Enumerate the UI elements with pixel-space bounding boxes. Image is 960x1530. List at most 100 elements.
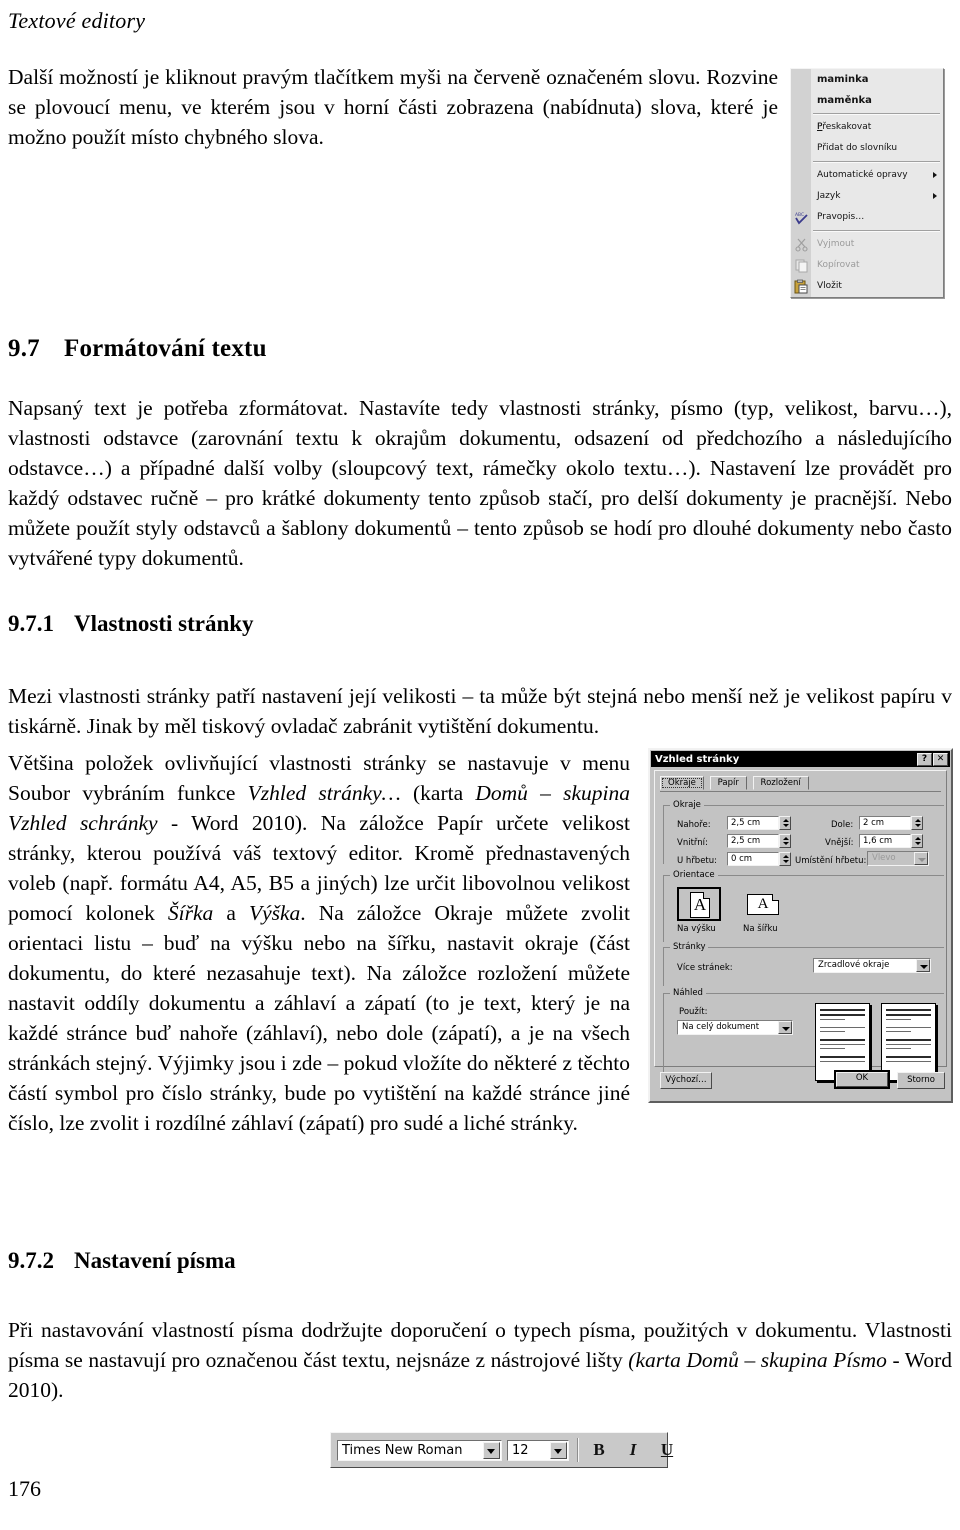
dialog-tabs: Okraje Papír Rozložení: [660, 776, 941, 792]
context-menu-item-language[interactable]: Jazyk: [791, 186, 943, 207]
paste-icon: [794, 279, 809, 294]
wrap-seg-8-italic: Výška: [248, 901, 301, 925]
select-multiple-pages[interactable]: Zrcadlové okraje: [813, 958, 931, 973]
label-gutter: U hřbetu:: [677, 856, 718, 866]
document-page: Textové editory Další možností je klikno…: [0, 0, 960, 1530]
font-name-combo[interactable]: Times New Roman: [337, 1440, 502, 1461]
input-inside-margin[interactable]: 2,5 cm: [727, 834, 779, 848]
chevron-down-icon[interactable]: [483, 1442, 500, 1459]
orientation-landscape-button[interactable]: A: [741, 887, 785, 921]
heading-9-7-1: 9.7.1 Vlastnosti stránky: [8, 611, 948, 637]
heading-9-7-1-title: Vlastnosti stránky: [74, 611, 254, 636]
input-gutter[interactable]: 0 cm: [727, 852, 779, 866]
heading-9-7-2: 9.7.2 Nastavení písma: [8, 1248, 948, 1274]
wrap-seg-7: a: [213, 901, 249, 925]
context-menu-separator-2: [813, 161, 940, 163]
heading-9-7-2-title: Nastavení písma: [74, 1248, 236, 1273]
wrap-seg-9: . Na záložce Okraje můžete zvolit orient…: [8, 901, 630, 1135]
landscape-page-glyph: A: [747, 894, 779, 915]
spinner-inside-margin[interactable]: [779, 834, 791, 848]
heading-9-7-title: Formátování textu: [64, 335, 267, 362]
context-menu-separator-3: [813, 230, 940, 232]
label-gutter-position: Umístění hřbetu:: [795, 856, 867, 866]
copy-icon: [794, 258, 809, 273]
context-menu-item-spelling[interactable]: ABC Pravopis…: [791, 207, 943, 228]
dialog-title-bar: Vzhled stránky ? ✕: [651, 751, 950, 767]
input-bottom-margin[interactable]: 2 cm: [859, 816, 911, 830]
context-menu-item-spelling-label: Pravopis…: [817, 212, 865, 222]
portrait-page-glyph: A: [690, 892, 710, 918]
ok-button[interactable]: OK: [834, 1070, 890, 1089]
select-gutter-position[interactable]: Vlevo: [867, 851, 929, 866]
font-size-combo[interactable]: 12: [507, 1440, 569, 1461]
context-menu-item-copy[interactable]: Kopírovat: [791, 255, 943, 276]
tab-okraje[interactable]: Okraje: [660, 776, 704, 790]
font-toolbar: Times New Roman 12 B I U: [330, 1432, 673, 1468]
submenu-arrow-icon: [933, 193, 937, 199]
chevron-down-icon[interactable]: [916, 959, 930, 972]
context-menu-item-paste[interactable]: Vložit: [791, 276, 943, 297]
label-top-margin: Nahoře:: [677, 820, 711, 830]
context-menu-item-skip[interactable]: PPřeskakovat: [791, 117, 943, 138]
wrapped-paragraph: Většina položek ovlivňující vlastnosti s…: [8, 748, 630, 1138]
spinner-bottom-margin[interactable]: [911, 816, 923, 830]
default-button[interactable]: Výchozí…: [660, 1072, 712, 1089]
label-multiple-pages: Více stránek:: [677, 963, 733, 973]
context-menu-item-skip-label: Přeskakovat: [816, 122, 872, 132]
context-menu-item-cut[interactable]: Vyjmout: [791, 234, 943, 255]
heading-9-7: 9.7 Formátování textu: [8, 335, 948, 363]
bold-button[interactable]: B: [587, 1439, 611, 1461]
tab-rozlozeni[interactable]: Rozložení: [752, 776, 809, 790]
spinner-gutter[interactable]: [779, 852, 791, 866]
spinner-outside-margin[interactable]: [911, 834, 923, 848]
pages-group-legend: Stránky: [670, 942, 709, 952]
italic-button[interactable]: I: [621, 1439, 645, 1461]
paragraph-9-7-1: Mezi vlastnosti stránky patří nastavení …: [8, 684, 952, 738]
paragraph-9-7-2: Při nastavování vlastností písma dodržuj…: [8, 1315, 952, 1405]
p972-seg-2-italic: (karta Domů – skupina Písmo: [628, 1348, 887, 1372]
label-bottom-margin: Dole:: [831, 820, 854, 830]
submenu-arrow-icon: [933, 172, 937, 178]
paragraph-9-7: Napsaný text je potřeba zformátovat. Nas…: [8, 396, 952, 570]
tab-papir[interactable]: Papír: [709, 776, 747, 790]
heading-9-7-1-number: 9.7.1: [8, 611, 54, 636]
ok-button-label: OK: [836, 1072, 888, 1087]
spinner-top-margin[interactable]: [779, 816, 791, 830]
context-menu-item-cut-label: Vyjmout: [817, 239, 855, 249]
orientation-landscape-label: Na šířku: [743, 924, 778, 934]
chevron-down-icon[interactable]: [778, 1021, 792, 1034]
page-setup-dialog: Vzhled stránky ? ✕ Okraje Papír Rozložen…: [648, 748, 953, 1103]
heading-9-7-number: 9.7: [8, 335, 40, 362]
context-menu-item-suggestion-2[interactable]: maměnka: [791, 90, 943, 111]
underline-button[interactable]: U: [655, 1439, 679, 1461]
context-menu-item-suggestion-1[interactable]: maminka: [791, 69, 943, 90]
context-menu-item-paste-label: Vložit: [817, 281, 842, 291]
heading-9-7-2-number: 9.7.2: [8, 1248, 54, 1273]
intro-paragraph: Další možností je kliknout pravým tlačít…: [8, 65, 778, 149]
toolbar-separator: [577, 1438, 579, 1462]
close-button[interactable]: ✕: [933, 752, 948, 766]
input-outside-margin[interactable]: 1,6 cm: [859, 834, 911, 848]
chevron-down-icon[interactable]: [914, 852, 928, 865]
context-menu-item-language-label: Jazyk: [817, 191, 841, 201]
context-menu-item-autocorrect[interactable]: Automatické opravy: [791, 165, 943, 186]
wrap-seg-3: (karta: [400, 781, 476, 805]
svg-text:ABC: ABC: [795, 212, 804, 218]
context-menu-item-add-to-dictionary[interactable]: Přidat do slovníku: [791, 138, 943, 159]
select-apply-to[interactable]: Na celý dokument: [677, 1020, 793, 1035]
spellcheck-icon: ABC: [794, 210, 809, 225]
orientation-portrait-button[interactable]: A: [677, 887, 721, 921]
input-top-margin[interactable]: 2,5 cm: [727, 816, 779, 830]
help-button[interactable]: ?: [917, 752, 932, 766]
cut-icon: [794, 237, 809, 252]
context-menu-separator-1: [813, 113, 940, 115]
chevron-down-icon[interactable]: [550, 1442, 567, 1459]
wrap-seg-6-italic: Šířka: [167, 901, 214, 925]
cancel-button[interactable]: Storno: [897, 1072, 945, 1089]
context-menu-item-add-to-dictionary-label: Přidat do slovníku: [817, 143, 898, 153]
select-apply-to-value: Na celý dokument: [682, 1022, 760, 1032]
running-head: Textové editory: [8, 8, 146, 33]
label-apply-to: Použít:: [679, 1007, 708, 1017]
context-menu-item-autocorrect-label: Automatické opravy: [817, 170, 908, 180]
font-name-value: Times New Roman: [342, 1443, 463, 1458]
